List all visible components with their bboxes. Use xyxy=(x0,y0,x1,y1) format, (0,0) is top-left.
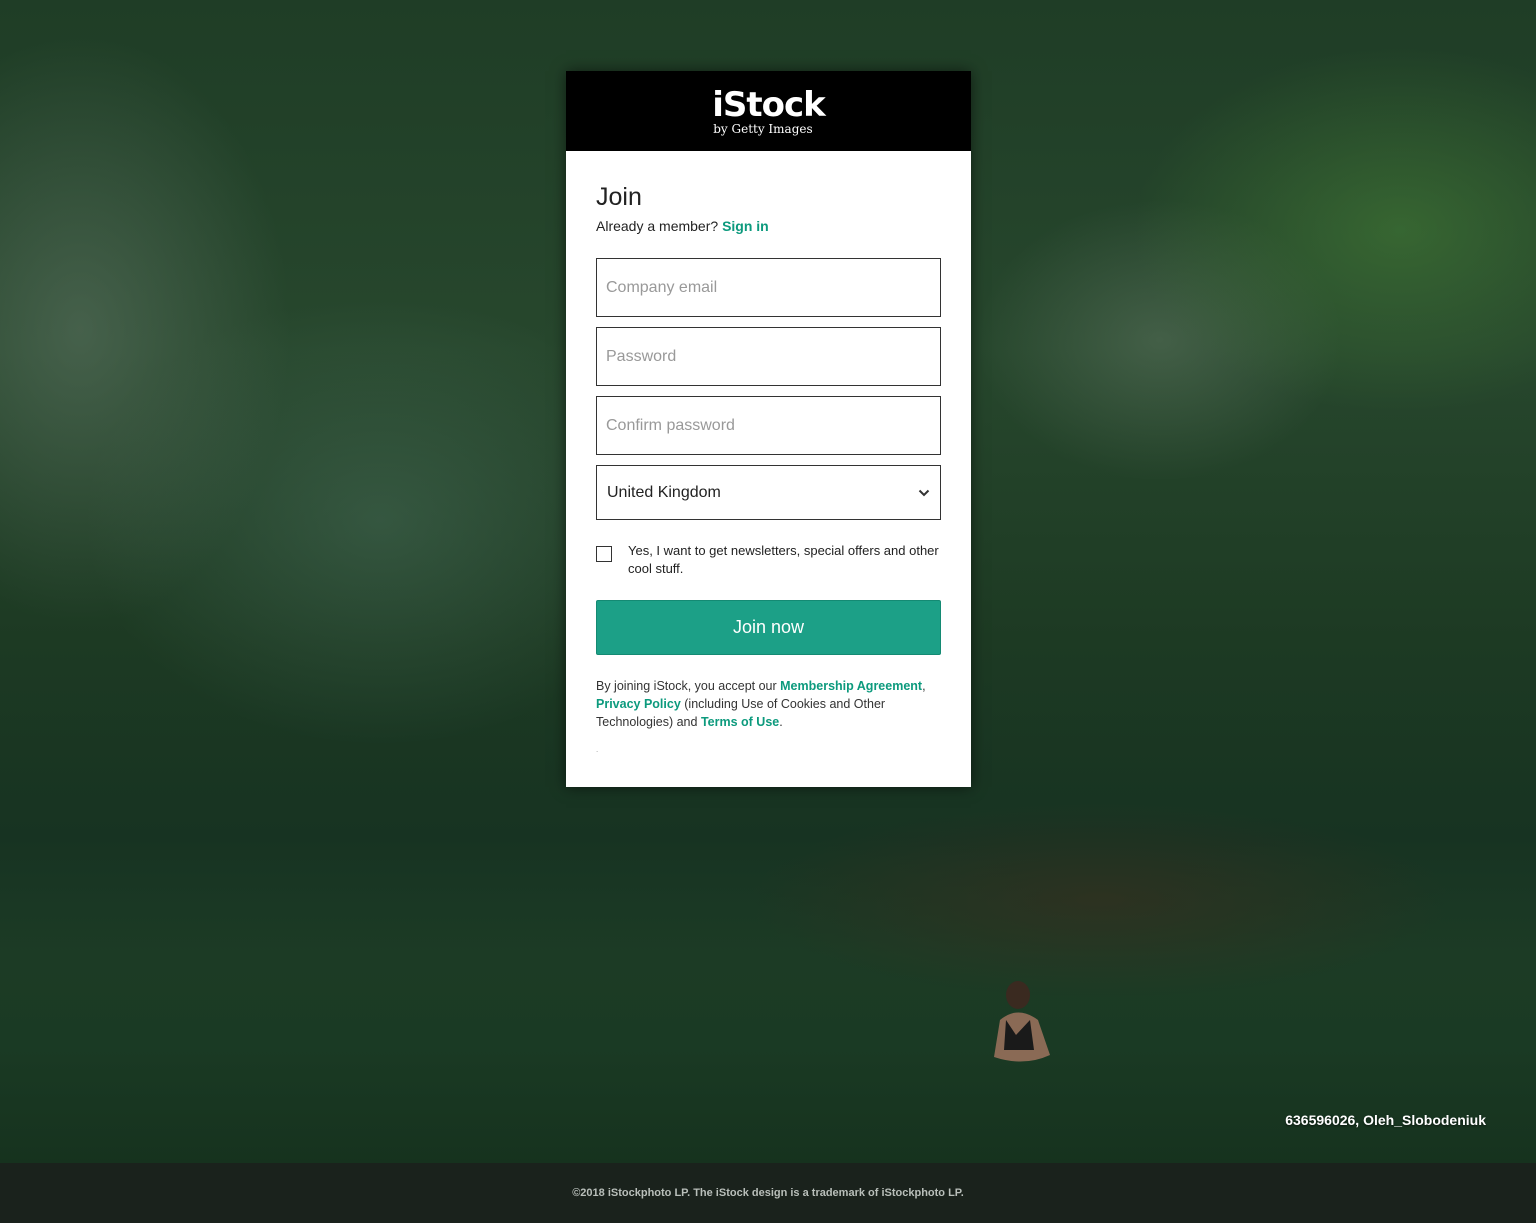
card-body: Join Already a member? Sign in United Ki… xyxy=(566,151,971,754)
email-field[interactable] xyxy=(596,258,941,317)
member-prompt: Already a member? xyxy=(596,218,719,234)
sign-in-link[interactable]: Sign in xyxy=(722,218,769,234)
newsletter-checkbox[interactable] xyxy=(596,546,612,562)
footer: ©2018 iStockphoto LP. The iStock design … xyxy=(0,1163,1536,1223)
legal-text: By joining iStock, you accept our Member… xyxy=(596,677,941,731)
photo-credit: 636596026, Oleh_Slobodeniuk xyxy=(1285,1112,1486,1128)
join-now-button[interactable]: Join now xyxy=(596,600,941,655)
privacy-policy-link[interactable]: Privacy Policy xyxy=(596,697,681,711)
logo-tagline: by Getty Images xyxy=(713,121,813,136)
chevron-down-icon xyxy=(918,489,930,496)
country-select[interactable]: United Kingdom xyxy=(596,465,941,520)
background-water xyxy=(0,990,1536,1163)
password-field[interactable] xyxy=(596,327,941,386)
legal-period: . xyxy=(779,715,783,729)
footer-copyright: ©2018 iStockphoto LP. The iStock design … xyxy=(572,1187,964,1199)
small-mark: . xyxy=(596,745,599,754)
istock-logo[interactable]: iStock by Getty Images xyxy=(712,84,826,136)
page-title: Join xyxy=(596,183,642,211)
newsletter-row: Yes, I want to get newsletters, special … xyxy=(596,542,941,578)
legal-prefix: By joining iStock, you accept our xyxy=(596,679,777,693)
member-line: Already a member? Sign in xyxy=(596,218,941,234)
logo-wordmark: iStock xyxy=(712,84,826,125)
card-header: iStock by Getty Images xyxy=(566,71,971,151)
country-select-value: United Kingdom xyxy=(607,483,721,501)
legal-comma: , xyxy=(922,679,926,693)
join-card: iStock by Getty Images Join Already a me… xyxy=(566,71,971,787)
terms-of-use-link[interactable]: Terms of Use xyxy=(701,715,779,729)
confirm-password-field[interactable] xyxy=(596,396,941,455)
newsletter-label[interactable]: Yes, I want to get newsletters, special … xyxy=(628,542,941,578)
swimmer-figure xyxy=(994,981,1050,1062)
membership-agreement-link[interactable]: Membership Agreement xyxy=(780,679,922,693)
